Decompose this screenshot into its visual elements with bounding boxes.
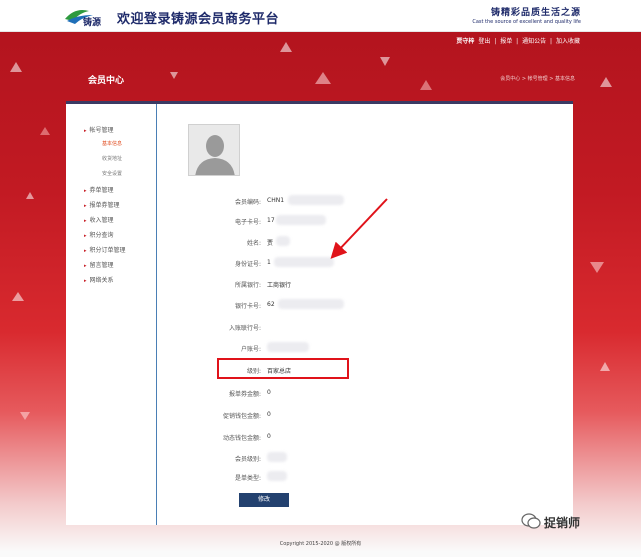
chevron-right-icon: ▸ [84,128,87,134]
bank-label: 所属银行: [234,282,261,289]
order-voucher-label: 报单券金额: [228,391,261,398]
sidebar-item-income[interactable]: ▸ 收入管理 [84,215,114,224]
avatar[interactable] [188,124,240,176]
decor-triangle [170,72,178,79]
sidebar-item-points[interactable]: ▸ 积分查询 [84,230,114,239]
sidebar-item-voucher[interactable]: ▸ 券单管理 [84,185,114,194]
promo-wallet-value: 0 [267,411,271,418]
sidebar-item-label: 网络关系 [89,277,114,284]
sidebar-nav: ▸ 帐号管理 基本信息 收货地址 安全设置 ▸ 券单管理 ▸ 报单券管理 ▸ 收入管理 … [66,104,157,525]
slogan-en: Cast the source of excellent and quality… [472,19,581,25]
redacted-mask [267,342,309,352]
branch-label: 入账联行号: [228,325,261,332]
highlight-box [217,358,349,379]
slogan: 铸精彩品质生活之源 Cast the source of excellent a… [472,5,581,25]
redacted-mask [267,452,287,462]
sidebar-item-label: 积分订单管理 [89,247,126,254]
chevron-right-icon: ▸ [84,248,87,254]
sidebar-item-points-orders[interactable]: ▸ 积分订单管理 [84,245,126,254]
report-link[interactable]: 报单 [500,38,512,45]
sidebar-item-label: 留言管理 [89,262,114,269]
user-silhouette-icon [189,125,239,175]
decor-triangle [40,127,50,135]
bank-value: 工商银行 [267,282,292,289]
decor-triangle [10,62,22,72]
chevron-right-icon: ▸ [84,233,87,239]
member-no-label: 会员编码: [234,199,261,206]
dynamic-wallet-value: 0 [267,433,271,440]
card-no-label: 电子卡号: [234,219,261,226]
site-title: 欢迎登录铸源会员商务平台 [117,12,280,27]
wechat-icon [521,513,541,529]
brand-logo[interactable]: 铸源 [63,5,109,27]
annotation-arrow-icon [330,198,388,259]
separator: | [516,38,519,45]
watermark: 捉销师 [544,516,581,530]
sidebar-item-label: 收入管理 [89,217,114,224]
sidebar-item-messages[interactable]: ▸ 留言管理 [84,260,114,269]
separator: | [550,38,553,45]
sidebar-item-order-voucher[interactable]: ▸ 报单券管理 [84,200,120,209]
sidebar-item-network[interactable]: ▸ 网络关系 [84,275,114,284]
redacted-mask [267,471,287,481]
sidebar-item-account[interactable]: ▸ 帐号管理 [84,125,114,134]
sidebar-item-security[interactable]: 安全设置 [102,170,122,177]
dynamic-wallet-label: 动态钱包金额: [222,435,261,442]
svg-text:铸源: 铸源 [83,16,101,27]
promo-wallet-label: 促销钱包金额: [222,413,261,420]
notice-link[interactable]: 通知公告 [522,38,546,45]
separator: | [494,38,497,45]
decor-triangle [420,80,432,90]
bankcard-label: 银行卡号: [234,303,261,310]
decor-triangle [315,72,331,84]
decor-triangle [20,412,30,420]
slogan-cn: 铸精彩品质生活之源 [490,8,581,18]
decor-triangle [280,42,292,52]
name-label: 姓名: [246,240,261,247]
chevron-right-icon: ▸ [84,188,87,194]
decor-triangle [600,362,610,371]
decor-triangle [590,262,604,273]
chevron-right-icon: ▸ [84,278,87,284]
order-voucher-value: 0 [267,389,271,396]
decor-triangle [12,292,24,301]
chevron-right-icon: ▸ [84,218,87,224]
logout-link[interactable]: 登出 [478,38,490,45]
sidebar-item-label: 券单管理 [89,187,114,194]
copyright: Copyright 2015-2020 @ 版权所有 [279,541,362,547]
order-type-label: 是单类型: [234,475,261,482]
redacted-mask [278,299,344,309]
chevron-right-icon: ▸ [84,263,87,269]
edit-button[interactable]: 修改 [239,493,289,507]
sidebar-item-basic-info[interactable]: 基本信息 [102,140,122,147]
sidebar-item-label: 报单券管理 [89,202,120,209]
favorite-link[interactable]: 加入收藏 [556,38,580,45]
site-header: 铸源 欢迎登录铸源会员商务平台 铸精彩品质生活之源 Cast the sourc… [0,0,641,32]
user-toplinks: 贾守梓 登出 | 报单 | 通知公告 | 加入收藏 [455,36,581,45]
decor-triangle [600,77,612,87]
chevron-right-icon: ▸ [84,203,87,209]
decor-triangle [380,57,390,66]
member-level-label: 会员级别: [234,456,261,463]
idcard-label: 身份证号: [234,261,261,268]
decor-triangle [26,192,34,199]
account-label: 户账号: [240,346,261,353]
breadcrumb: 会员中心 > 帐号管理 > 基本信息 [500,76,575,82]
bankcard-value: 62 [267,301,275,308]
content-panel: ▸ 帐号管理 基本信息 收货地址 安全设置 ▸ 券单管理 ▸ 报单券管理 ▸ 收入管理 … [66,101,573,525]
sidebar-item-address[interactable]: 收货地址 [102,155,122,162]
sidebar-item-label: 帐号管理 [89,127,114,134]
username-link[interactable]: 贾守梓 [456,38,474,45]
page-title: 会员中心 [88,76,125,86]
sidebar-item-label: 积分查询 [89,232,114,239]
